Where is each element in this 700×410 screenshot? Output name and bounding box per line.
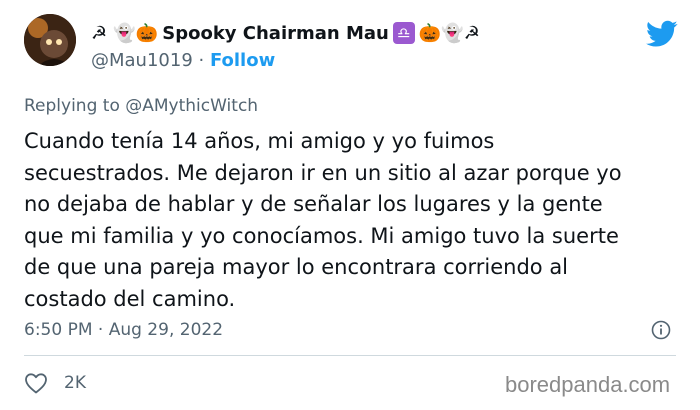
like-count: 2K (64, 373, 86, 393)
follow-button[interactable]: Follow (210, 50, 275, 71)
tweet-line: secuestrados. Me dejaron ir en un sitio … (24, 160, 622, 185)
handle-row: @Mau1019 · Follow (91, 50, 275, 71)
tweet-text: Cuando tenía 14 años, mi amigo y yo fuim… (24, 126, 684, 315)
user-handle[interactable]: @Mau1019 (91, 50, 193, 71)
replying-to-label: Replying to (24, 96, 126, 116)
replying-to: Replying to @AMythicWitch (24, 96, 258, 116)
display-name-suffix: 🎃👻☭ (418, 22, 480, 44)
tweet-line: de que una pareja mayor lo encontrara co… (24, 255, 569, 279)
info-icon[interactable] (651, 320, 671, 340)
avatar[interactable] (24, 14, 76, 66)
display-name-text: Spooky Chairman Mau (162, 22, 389, 44)
divider (24, 355, 676, 356)
tweet-line: no dejaba de hablar y de señalar los lug… (24, 192, 603, 216)
reply-mention-link[interactable]: @AMythicWitch (125, 96, 258, 116)
tweet-timestamp[interactable]: 6:50 PM · Aug 29, 2022 (24, 320, 223, 340)
tweet-line: que mi familia y yo conocíamos. Mi amigo… (24, 223, 619, 248)
display-name-prefix: ☭ 👻🎃 (91, 22, 159, 44)
tweet-card: ☭ 👻🎃 Spooky Chairman Mau ♎ 🎃👻☭ @Mau1019 … (0, 0, 700, 410)
avatar-image (24, 14, 76, 66)
libra-sign: ♎ (392, 22, 415, 44)
tweet-line: Cuando tenía 14 años, mi amigo y yo fuim… (24, 129, 495, 153)
display-name[interactable]: ☭ 👻🎃 Spooky Chairman Mau ♎ 🎃👻☭ (91, 22, 484, 44)
watermark: boredpanda.com (505, 372, 671, 397)
heart-icon[interactable] (24, 372, 48, 394)
tweet-line: costado del camino. (24, 286, 236, 311)
twitter-bird-icon[interactable] (646, 20, 678, 48)
separator: · (192, 50, 210, 71)
